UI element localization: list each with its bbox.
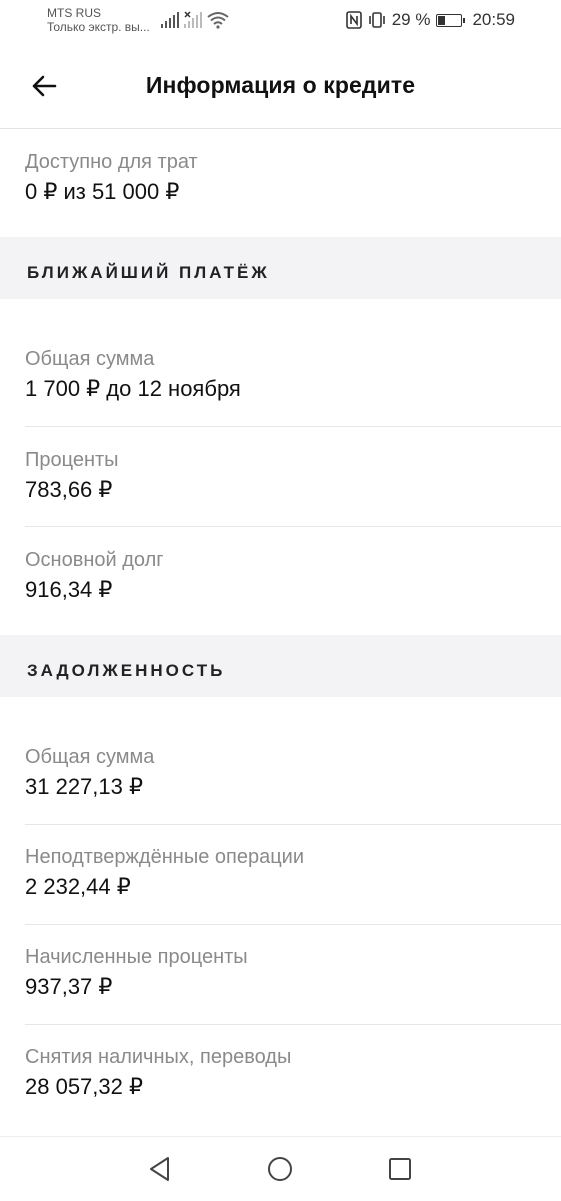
wifi-icon [207,12,229,29]
circle-home-icon[interactable] [266,1155,294,1183]
item-label: Неподтверждённые операции [25,846,304,868]
section-header-debt: ЗАДОЛЖЕННОСТЬ [0,635,561,697]
divider [25,924,561,925]
item-label: Общая сумма [25,746,155,768]
no-signal-icon [184,11,202,28]
debt-total: Общая сумма 31 227,13 ₽ [25,745,561,801]
status-right-group: 29 % 20:59 [345,10,515,30]
item-value: 2 232,44 ₽ [25,874,131,899]
divider [25,1024,561,1025]
divider [25,824,561,825]
app-bar: Информация о кредите [0,44,561,129]
debt-cash-withdrawals: Снятия наличных, переводы 28 057,32 ₽ [25,1045,561,1101]
page-title: Информация о кредите [145,72,416,98]
square-recents-icon[interactable] [386,1155,414,1183]
divider [25,426,561,427]
item-value: 1 700 ₽ до 12 ноября [25,376,241,401]
signal-strength-icon [161,12,179,28]
item-label: Начисленные проценты [25,946,248,968]
carrier-info: MTS RUS Только экстр. вы... [47,6,150,34]
battery-level-fill [438,15,446,25]
section-title: ЗАДОЛЖЕННОСТЬ [27,661,226,680]
clock: 20:59 [472,10,515,29]
item-value: 916,34 ₽ [25,577,113,602]
system-navigation-bar [0,1136,561,1201]
network-note: Только экстр. вы... [47,20,150,34]
item-label: Проценты [25,449,119,471]
debt-accrued-interest: Начисленные проценты 937,37 ₽ [25,945,561,1001]
battery-percent: 29 % [391,10,431,29]
available-value: 0 ₽ из 51 000 ₽ [25,179,180,204]
available-label: Доступно для трат [25,151,198,173]
item-label: Основной долг [25,549,164,571]
next-payment-interest: Проценты 783,66 ₽ [25,448,561,504]
available-balance: Доступно для трат 0 ₽ из 51 000 ₽ [25,150,561,206]
nfc-icon [345,11,362,29]
section-header-next-payment: БЛИЖАЙШИЙ ПЛАТЁЖ [0,237,561,299]
next-payment-total: Общая сумма 1 700 ₽ до 12 ноября [25,347,561,403]
status-bar: MTS RUS Только экстр. вы... 29 % 20:59 [0,0,561,44]
item-value: 31 227,13 ₽ [25,774,143,799]
item-value: 28 057,32 ₽ [25,1074,143,1099]
divider [25,526,561,527]
next-payment-principal: Основной долг 916,34 ₽ [25,548,561,604]
carrier-name: MTS RUS [47,6,101,20]
item-value: 783,66 ₽ [25,477,113,502]
battery-icon [436,13,466,27]
item-label: Снятия наличных, переводы [25,1046,292,1068]
section-title: БЛИЖАЙШИЙ ПЛАТЁЖ [27,263,270,282]
triangle-back-icon[interactable] [146,1155,174,1183]
item-value: 937,37 ₽ [25,974,113,999]
debt-unconfirmed-operations: Неподтверждённые операции 2 232,44 ₽ [25,845,561,901]
vibrate-icon [368,12,385,28]
item-label: Общая сумма [25,348,155,370]
